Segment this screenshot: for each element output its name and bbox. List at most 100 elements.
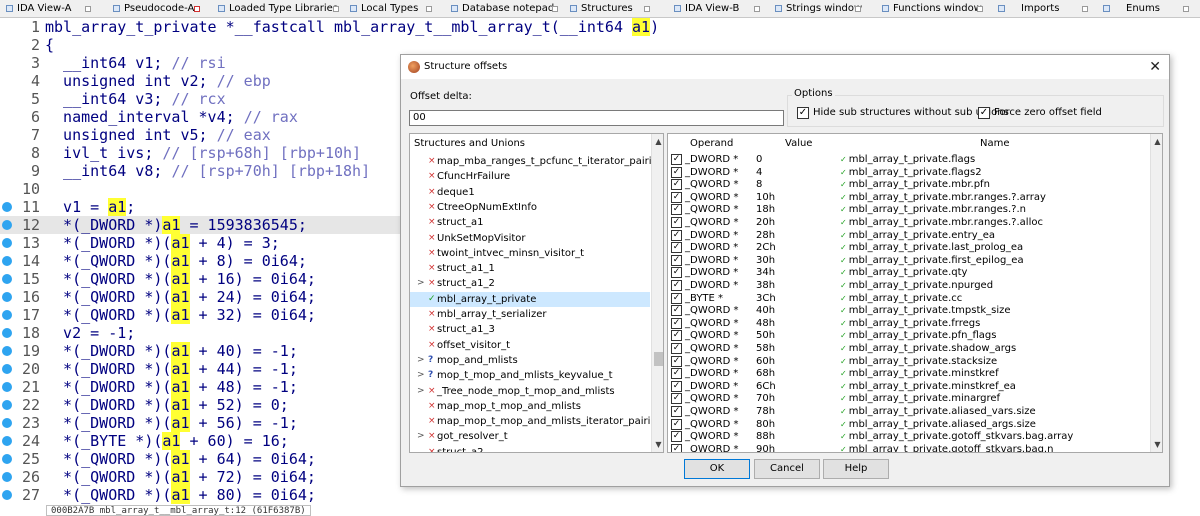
row-checkbox[interactable]: ✓: [671, 393, 682, 405]
highlighted-token[interactable]: a1: [171, 360, 190, 378]
code-line[interactable]: 12 *(_DWORD *)a1 = 1593836545;: [0, 216, 400, 234]
table-row[interactable]: ✓ _QWORD * 78h ✓ mbl_array_t_private.aliased…: [668, 406, 1150, 419]
row-checkbox[interactable]: ✓: [671, 343, 682, 354]
highlighted-token[interactable]: a1: [162, 432, 181, 450]
close-icon[interactable]: [977, 6, 983, 12]
table-row[interactable]: ✓ _QWORD * 50h ✓ mbl_array_t_private.pfn_fla…: [668, 330, 1150, 343]
operand-table[interactable]: Operand Value Name ✓ _DWORD * 0 ✓ mbl_array_…: [667, 133, 1163, 453]
expand-chevron-icon[interactable]: >: [417, 276, 425, 291]
table-row[interactable]: ✓ _DWORD * 30h ✓ mbl_array_t_private.first_e…: [668, 254, 1150, 268]
scroll-down-icon[interactable]: ▼: [653, 439, 663, 450]
code-line[interactable]: 7 unsigned int v5; // eax: [0, 126, 400, 144]
row-checkbox[interactable]: ✓: [671, 254, 682, 266]
close-icon[interactable]: [426, 6, 432, 12]
table-row[interactable]: ✓ _QWORD * 40h ✓ mbl_array_t_private.tmpstk_…: [668, 305, 1150, 318]
row-checkbox[interactable]: ✓: [671, 204, 682, 216]
row-checkbox[interactable]: ✓: [671, 242, 682, 254]
highlighted-token[interactable]: a1: [162, 216, 181, 234]
code-line[interactable]: 4 unsigned int v2; // ebp: [0, 72, 400, 90]
highlighted-token[interactable]: a1: [171, 306, 190, 324]
code-line[interactable]: 9 __int64 v8; // [rsp+70h] [rbp+18h]: [0, 162, 400, 180]
tab-ida-view-a[interactable]: IDA View-A: [6, 0, 91, 18]
tab-enums[interactable]: Enums: [1103, 0, 1189, 18]
code-line[interactable]: 8 ivl_t ivs; // [rsp+68h] [rbp+10h]: [0, 144, 400, 162]
row-checkbox[interactable]: ✓: [671, 431, 682, 443]
code-line[interactable]: 22 *(_DWORD *)(a1 + 52) = 0;: [0, 396, 400, 414]
structure-list-item[interactable]: > × struct_a1_2: [410, 276, 650, 291]
table-row[interactable]: ✓ _QWORD * 48h ✓ mbl_array_t_private.frregs: [668, 317, 1150, 331]
highlighted-token[interactable]: a1: [108, 198, 127, 216]
code-line[interactable]: 11 v1 = a1;: [0, 198, 400, 216]
force-zero-offset-checkbox[interactable]: ✓: [978, 107, 990, 119]
tab-imports[interactable]: Imports: [998, 0, 1088, 18]
highlighted-token[interactable]: a1: [171, 252, 190, 270]
structure-list-item[interactable]: × struct_a1: [410, 215, 650, 230]
pseudocode-view[interactable]: 1 mbl_array_t_private *__fastcall mbl_arr…: [0, 18, 659, 506]
structure-list-item[interactable]: > × _Tree_node_mop_t_mop_and_mlists: [410, 384, 650, 399]
highlighted-token[interactable]: a1: [171, 234, 190, 252]
code-line[interactable]: 19 *(_DWORD *)(a1 + 40) = -1;: [0, 342, 400, 360]
highlighted-token[interactable]: a1: [171, 468, 190, 486]
structure-list-item[interactable]: × CfuncHrFailure: [410, 169, 650, 184]
row-checkbox[interactable]: ✓: [671, 267, 682, 279]
close-icon[interactable]: [1183, 6, 1189, 12]
structures-scrollbar[interactable]: ▲ ▼: [651, 134, 663, 452]
scroll-up-icon[interactable]: ▲: [1152, 136, 1162, 147]
table-row[interactable]: ✓ _QWORD * 20h ✓ mbl_array_t_private.mbr.ran…: [668, 217, 1150, 230]
highlighted-token[interactable]: a1: [171, 486, 190, 504]
expand-chevron-icon[interactable]: >: [417, 368, 425, 383]
close-icon[interactable]: [194, 6, 200, 12]
code-line[interactable]: 27 *(_QWORD *)(a1 + 80) = 0i64;: [0, 486, 400, 504]
close-icon[interactable]: [644, 6, 650, 12]
table-scrollbar[interactable]: ▲ ▼: [1150, 134, 1162, 452]
table-row[interactable]: ✓ _DWORD * 34h ✓ mbl_array_t_private.qty: [668, 267, 1150, 280]
structure-list-item[interactable]: >? mop_and_mlists: [410, 353, 650, 368]
highlighted-token[interactable]: a1: [171, 342, 190, 360]
row-checkbox[interactable]: ✓: [671, 355, 682, 367]
help-button[interactable]: Help: [823, 459, 889, 479]
scroll-down-icon[interactable]: ▼: [1152, 439, 1162, 450]
tab-structures[interactable]: Structures: [570, 0, 650, 18]
close-icon[interactable]: [1082, 6, 1088, 12]
highlighted-token[interactable]: a1: [171, 378, 190, 396]
close-icon[interactable]: [85, 6, 91, 12]
structure-list-item[interactable]: × struct_a2: [410, 445, 650, 452]
table-row[interactable]: ✓ _QWORD * 90h ✓ mbl_array_t_private.gotoff_…: [668, 443, 1150, 452]
row-checkbox[interactable]: ✓: [671, 292, 682, 304]
row-checkbox[interactable]: ✓: [671, 280, 682, 291]
scroll-up-icon[interactable]: ▲: [653, 136, 663, 147]
code-line[interactable]: 17 *(_QWORD *)(a1 + 32) = 0i64;: [0, 306, 400, 324]
table-row[interactable]: ✓ _QWORD * 80h ✓ mbl_array_t_private.aliased…: [668, 418, 1150, 432]
structure-list-item[interactable]: > × got_resolver_t: [410, 429, 650, 444]
code-line[interactable]: 26 *(_QWORD *)(a1 + 72) = 0i64;: [0, 468, 400, 486]
code-line[interactable]: 20 *(_DWORD *)(a1 + 44) = -1;: [0, 360, 400, 378]
highlighted-token[interactable]: a1: [632, 18, 651, 36]
row-checkbox[interactable]: ✓: [671, 179, 682, 191]
structure-list-item[interactable]: × twoint_intvec_minsn_visitor_t: [410, 246, 650, 261]
code-line[interactable]: 21 *(_DWORD *)(a1 + 48) = -1;: [0, 378, 400, 396]
row-checkbox[interactable]: ✓: [671, 317, 682, 329]
structure-list-item[interactable]: × map_mop_t_mop_and_mlists: [410, 399, 650, 414]
code-line[interactable]: 2{: [0, 36, 400, 54]
tab-functions-window[interactable]: Functions window: [882, 0, 983, 18]
code-line[interactable]: 18 v2 = -1;: [0, 324, 400, 342]
cancel-button[interactable]: Cancel: [754, 459, 820, 479]
table-row[interactable]: ✓ _QWORD * 10h ✓ mbl_array_t_private.mbr.ran…: [668, 191, 1150, 205]
table-row[interactable]: ✓ _DWORD * 38h ✓ mbl_array_t_private.npurged: [668, 280, 1150, 293]
table-row[interactable]: ✓ _BYTE * 3Ch ✓ mbl_array_t_private.cc: [668, 292, 1150, 306]
row-checkbox[interactable]: ✓: [671, 406, 682, 417]
code-line[interactable]: 1 mbl_array_t_private *__fastcall mbl_arr…: [0, 18, 659, 36]
tab-local-types[interactable]: Local Types: [350, 0, 432, 18]
highlighted-token[interactable]: a1: [171, 396, 190, 414]
code-line[interactable]: 23 *(_DWORD *)(a1 + 56) = -1;: [0, 414, 400, 432]
code-line[interactable]: 15 *(_QWORD *)(a1 + 16) = 0i64;: [0, 270, 400, 288]
row-checkbox[interactable]: ✓: [671, 166, 682, 178]
structure-list-item[interactable]: × CtreeOpNumExtInfo: [410, 200, 650, 215]
structures-list[interactable]: Structures and Unions × map_mba_ranges_t_…: [409, 133, 664, 453]
table-row[interactable]: ✓ _QWORD * 60h ✓ mbl_array_t_private.stacksi…: [668, 355, 1150, 369]
close-icon[interactable]: ✕: [1149, 55, 1161, 79]
scroll-thumb[interactable]: [654, 352, 663, 366]
highlighted-token[interactable]: a1: [171, 414, 190, 432]
row-checkbox[interactable]: ✓: [671, 380, 682, 392]
code-line[interactable]: 3 __int64 v1; // rsi: [0, 54, 400, 72]
